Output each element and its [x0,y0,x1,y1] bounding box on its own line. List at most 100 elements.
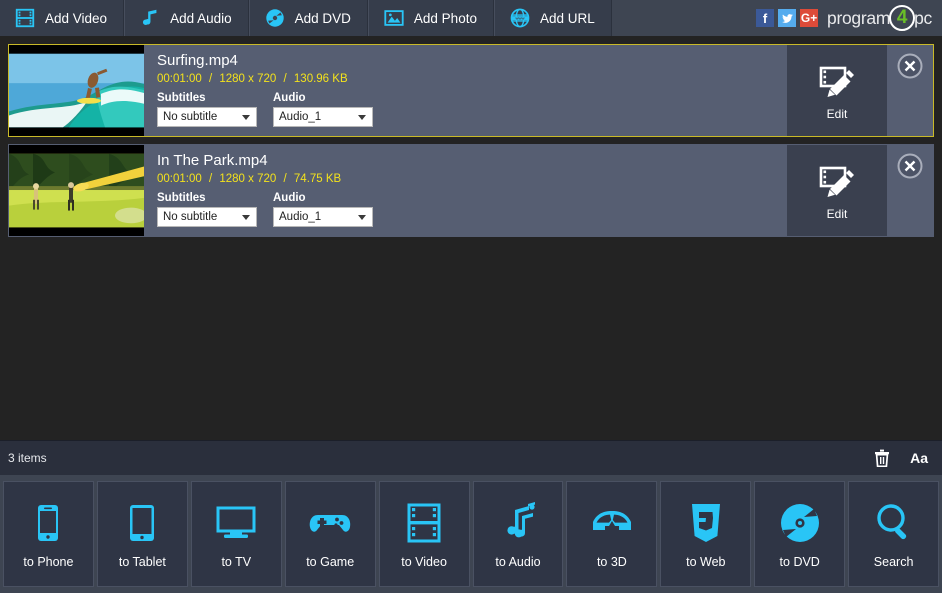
output-target-toolbar: to Phone to Tablet to TV to Game to Vide… [0,475,942,593]
program4pc-logo[interactable]: program 4 pc [827,5,932,31]
tile-to-tv[interactable]: to TV [190,481,282,587]
close-icon[interactable] [897,153,923,179]
trash-can-icon[interactable] [874,449,890,467]
music-notes-icon [507,501,535,537]
photo-image-icon [384,10,404,26]
audio-field: Audio Audio_1 [273,192,373,227]
status-bar: 3 items Aa [0,440,942,475]
meta-separator: / [208,73,213,85]
file-name: In The Park.mp4 [157,152,268,169]
tile-label: to Audio [495,554,541,569]
tile-to-3d[interactable]: to 3D [566,481,658,587]
tab-add-dvd[interactable]: Add DVD [248,0,368,36]
file-list[interactable]: Surfing.mp4 00:01:00 / 1280 x 720 / 130.… [0,36,942,440]
tablet-icon [130,504,155,541]
duration: 00:01:00 [157,73,202,85]
font-settings-button[interactable]: Aa [910,450,928,466]
tab-label: Add DVD [294,10,351,26]
remove-cell [887,45,933,136]
resolution: 1280 x 720 [219,73,277,85]
tile-to-video[interactable]: to Video [378,481,470,587]
audio-label: Audio [273,192,306,204]
file-meta: 00:01:00 / 1280 x 720 / 130.96 KB [157,73,787,85]
branding-area: f G+ program 4 pc [756,0,936,36]
item-count: 3 items [8,451,47,465]
list-item[interactable]: In The Park.mp4 00:01:00 / 1280 x 720 / … [8,144,934,237]
twitter-icon[interactable] [778,9,797,27]
tile-to-game[interactable]: to Game [284,481,376,587]
tv-monitor-icon [216,506,256,538]
edit-button[interactable]: Edit [787,45,887,136]
svg-text:www: www [514,16,524,20]
file-meta: 00:01:00 / 1280 x 720 / 74.75 KB [157,173,787,185]
file-info: In The Park.mp4 00:01:00 / 1280 x 720 / … [144,145,787,236]
file-info: Surfing.mp4 00:01:00 / 1280 x 720 / 130.… [144,45,787,136]
tile-label: Search [873,554,914,569]
tile-label: to Video [401,554,447,569]
film-edit-icon [819,66,854,97]
tab-add-url[interactable]: www Add URL [493,0,612,36]
film-edit-icon [819,166,854,197]
chevron-down-icon [242,115,250,120]
audio-value: Audio_1 [279,211,322,223]
film-strip-icon [15,8,35,28]
logo-text-post: pc [914,7,932,28]
close-icon[interactable] [897,53,923,79]
tab-label: Add Audio [170,10,232,26]
audio-dropdown[interactable]: Audio_1 [273,107,373,127]
tile-label: to 3D [596,554,627,569]
chevron-down-icon [358,215,366,220]
tab-label: Add Video [45,10,108,26]
remove-cell [887,145,933,236]
audio-dropdown[interactable]: Audio_1 [273,207,373,227]
trash-glyph [875,449,890,467]
edit-label: Edit [826,106,848,121]
resolution: 1280 x 720 [219,173,277,185]
surfing-wave-thumbnail [9,45,144,136]
twitter-bird-glyph [781,13,793,23]
meta-separator: / [283,73,287,85]
tab-label: Add Photo [413,10,477,26]
music-note-icon [143,9,157,25]
duration: 00:01:00 [157,173,202,185]
meta-separator: / [283,173,287,185]
tile-to-dvd[interactable]: to DVD [754,481,846,587]
tab-add-photo[interactable]: Add Photo [367,0,494,36]
tile-to-audio[interactable]: to Audio [472,481,564,587]
facebook-icon[interactable]: f [756,9,775,27]
track-selectors: Subtitles No subtitle Audio Audio_1 [157,92,787,127]
file-size: 130.96 KB [293,73,348,85]
edit-label: Edit [826,206,848,221]
googleplus-icon[interactable]: G+ [800,9,819,27]
track-selectors: Subtitles No subtitle Audio Audio_1 [157,192,787,227]
tile-label: to Tablet [118,554,166,569]
subtitles-dropdown[interactable]: No subtitle [157,207,257,227]
thumbnail-image [9,45,144,136]
phone-icon [38,504,59,541]
tab-add-audio[interactable]: Add Audio [124,0,249,36]
tile-to-web[interactable]: to Web [660,481,752,587]
subtitles-field: Subtitles No subtitle [157,192,257,227]
dvd-disc-icon [780,503,819,542]
globe-www-icon: www [510,8,530,28]
tile-to-phone[interactable]: to Phone [3,481,94,587]
thumbnail-image [9,145,144,236]
logo-text-pre: program [827,7,891,28]
tile-label: to Game [306,554,355,569]
edit-button[interactable]: Edit [787,145,887,236]
subtitles-dropdown[interactable]: No subtitle [157,107,257,127]
gamepad-icon [309,514,351,532]
audio-value: Audio_1 [279,111,322,123]
3d-glasses-icon [592,510,631,530]
audio-field: Audio Audio_1 [273,92,373,127]
subtitles-field: Subtitles No subtitle [157,92,257,127]
magnifier-icon [876,503,906,539]
tile-label: to TV [221,554,252,569]
tile-search[interactable]: Search [848,481,940,587]
tile-to-tablet[interactable]: to Tablet [96,481,188,587]
chevron-down-icon [242,215,250,220]
tab-add-video[interactable]: Add Video [0,0,125,36]
list-item[interactable]: Surfing.mp4 00:01:00 / 1280 x 720 / 130.… [8,44,934,137]
tile-label: to Phone [23,554,74,569]
tab-label: Add URL [539,10,595,26]
